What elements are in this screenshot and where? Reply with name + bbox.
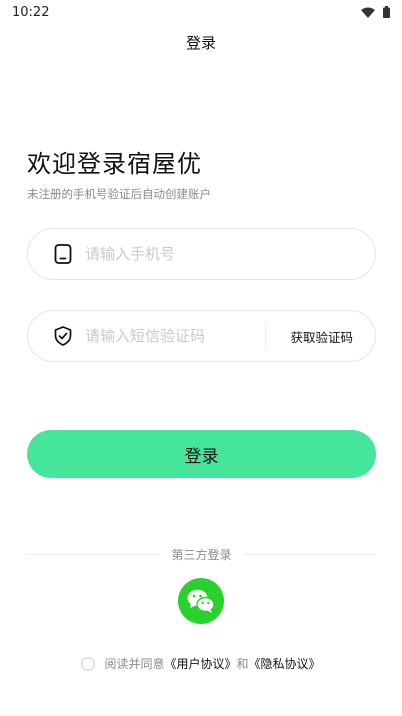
login-button[interactable]: 登录 — [27, 430, 376, 478]
agreement-conjunction: 和 — [236, 657, 249, 671]
get-code-button[interactable]: 获取验证码 — [290, 327, 353, 346]
welcome-subtitle: 未注册的手机号验证后自动创建账户 — [27, 187, 211, 201]
welcome-title: 欢迎登录宿屋优 — [27, 150, 202, 178]
battery-icon — [383, 6, 390, 18]
phone-field[interactable] — [27, 228, 376, 280]
divider-line-right — [243, 554, 377, 555]
user-agreement-link[interactable]: 《用户协议》 — [164, 655, 236, 672]
phone-input[interactable] — [83, 244, 375, 264]
status-icons — [361, 6, 390, 18]
field-divider — [265, 323, 267, 349]
code-input[interactable] — [83, 326, 266, 346]
phone-icon — [52, 243, 74, 265]
third-party-divider: 第三方登录 — [27, 546, 377, 563]
verification-code-field[interactable]: 获取验证码 — [27, 310, 376, 362]
agreement-prefix: 阅读并同意 — [104, 657, 165, 671]
divider-line-left — [27, 554, 160, 555]
wechat-icon — [187, 589, 215, 613]
status-bar: 10:22 — [0, 0, 402, 24]
status-time: 10:22 — [12, 4, 50, 20]
agreement-row: 阅读并同意 《用户协议》 和 《隐私协议》 — [0, 655, 402, 672]
wifi-icon — [361, 7, 375, 18]
third-party-label: 第三方登录 — [171, 548, 232, 562]
shield-check-icon — [52, 325, 74, 347]
privacy-agreement-link[interactable]: 《隐私协议》 — [249, 655, 321, 672]
wechat-login-button[interactable] — [178, 578, 224, 624]
page-title: 登录 — [185, 34, 216, 52]
agreement-checkbox[interactable] — [81, 656, 96, 671]
